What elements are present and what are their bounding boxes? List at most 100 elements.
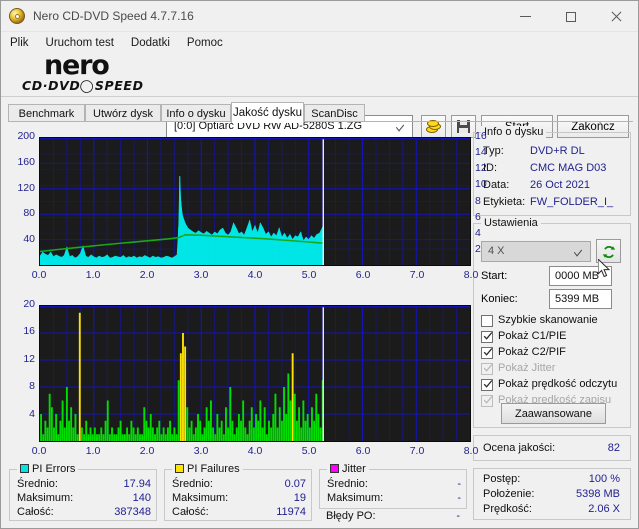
checkbox-poka-jitter: Pokaż Jitter bbox=[481, 362, 629, 378]
disc-label-value: FW_FOLDER_I_ bbox=[530, 196, 626, 208]
end-label: Koniec: bbox=[481, 293, 518, 305]
checkbox-box bbox=[481, 331, 493, 343]
pi-failures-color-swatch bbox=[175, 464, 184, 473]
x-tick-bottom-6.0: 6.0 bbox=[348, 445, 378, 457]
pif-total-value: 11974 bbox=[276, 506, 306, 518]
position-label: Położenie: bbox=[483, 488, 534, 500]
po-errors-row: Błędy PO: - bbox=[319, 510, 467, 525]
tab-scandisc[interactable]: ScanDisc bbox=[304, 104, 365, 122]
logo-tagline-left: CD·DVD bbox=[22, 78, 80, 93]
checkbox-box bbox=[481, 347, 493, 359]
x-tick-bottom-4.0: 4.0 bbox=[240, 445, 270, 457]
pi-errors-chart[interactable] bbox=[39, 137, 471, 266]
pie-max-value: 140 bbox=[133, 492, 151, 504]
quality-score-panel: Ocena jakości: 82 bbox=[473, 435, 631, 461]
y-tick-pi-failures-20: 20 bbox=[5, 298, 35, 310]
pi-errors-stats-title: PI Errors bbox=[32, 463, 75, 475]
menu-item-uruchom-test[interactable]: Uruchom test bbox=[46, 35, 123, 51]
jitter-avg-label: Średnio: bbox=[327, 478, 368, 490]
po-errors-label: Błędy PO: bbox=[326, 510, 376, 522]
end-input[interactable]: 5399 MB bbox=[549, 289, 612, 309]
checkbox-poka-pr-dko-odczytu[interactable]: Pokaż prędkość odczytu bbox=[481, 378, 629, 394]
start-input-value: 0000 MB bbox=[555, 270, 599, 282]
tab-jakosc-dysku[interactable]: Jakość dysku bbox=[231, 102, 304, 123]
refresh-icon bbox=[602, 245, 615, 258]
checkbox-box bbox=[481, 379, 493, 391]
checkbox-label: Pokaż C2/PIF bbox=[498, 346, 566, 358]
check-icon bbox=[483, 347, 493, 357]
checkbox-label: Szybkie skanowanie bbox=[498, 314, 598, 326]
checkbox-label: Pokaż C1/PIE bbox=[498, 330, 566, 342]
app-window: Nero CD-DVD Speed 4.7.7.16 Plik Uruchom … bbox=[0, 0, 639, 529]
minimize-icon bbox=[520, 16, 531, 17]
pi-errors-color-swatch bbox=[20, 464, 29, 473]
y-tick-pi-errors-200: 200 bbox=[5, 130, 35, 142]
logo-disc-glyph: ◯ bbox=[79, 77, 97, 94]
checkbox-box bbox=[481, 315, 493, 327]
pie-avg-label: Średnio: bbox=[17, 478, 58, 490]
tab-benchmark[interactable]: Benchmark bbox=[8, 104, 85, 122]
y-tick-pi-failures-8: 8 bbox=[5, 380, 35, 392]
menu-item-pomoc[interactable]: Pomoc bbox=[187, 35, 232, 51]
pi-errors-stats-panel: PI Errors Średnio:17.94 Maksimum:140 Cał… bbox=[9, 469, 157, 521]
jitter-color-swatch bbox=[330, 464, 339, 473]
y2-tick-speed-4: 4 bbox=[475, 227, 501, 239]
close-button[interactable] bbox=[593, 1, 638, 32]
jitter-stats-legend: Jitter bbox=[327, 463, 369, 475]
minimize-button[interactable] bbox=[503, 1, 548, 32]
logo-tagline-right: SPEED bbox=[95, 78, 144, 93]
x-tick-bottom-3.0: 3.0 bbox=[186, 445, 216, 457]
checkbox-poka-c1-pie[interactable]: Pokaż C1/PIE bbox=[481, 330, 629, 346]
menu-item-dodatki[interactable]: Dodatki bbox=[131, 35, 179, 51]
y-tick-pi-errors-80: 80 bbox=[5, 207, 35, 219]
check-icon bbox=[483, 395, 493, 405]
checkbox-box bbox=[481, 363, 493, 375]
maximize-button[interactable] bbox=[548, 1, 593, 32]
checkbox-szybkie-skanowanie[interactable]: Szybkie skanowanie bbox=[481, 314, 629, 330]
checkbox-poka-c2-pif[interactable]: Pokaż C2/PIF bbox=[481, 346, 629, 362]
toolbar: nero CD·DVD◯SPEED [0:0] Optiarc DVD RW A… bbox=[1, 53, 638, 97]
logo-tagline: CD·DVD◯SPEED bbox=[22, 79, 144, 92]
pie-total-value: 387348 bbox=[114, 506, 151, 518]
jitter-avg-value: - bbox=[457, 478, 461, 490]
y2-tick-speed-16: 16 bbox=[475, 130, 501, 142]
progress-value: 100 % bbox=[589, 473, 620, 485]
close-icon bbox=[610, 11, 621, 22]
tab-panel-divider bbox=[8, 121, 633, 122]
refresh-button[interactable] bbox=[596, 239, 621, 263]
disc-type-value: DVD+R DL bbox=[530, 145, 585, 157]
chevron-down-icon bbox=[396, 124, 403, 131]
pi-failures-stats-panel: PI Failures Średnio:0.07 Maksimum:19 Cał… bbox=[164, 469, 312, 521]
tab-info-o-dysku[interactable]: Info o dysku bbox=[161, 104, 231, 122]
quality-score-value: 82 bbox=[608, 442, 620, 454]
pif-total-label: Całość: bbox=[172, 506, 209, 518]
x-tick-top-3.0: 3.0 bbox=[186, 269, 216, 281]
start-input[interactable]: 0000 MB bbox=[549, 266, 612, 286]
advanced-button[interactable]: Zaawansowane bbox=[501, 403, 606, 424]
menu-item-plik[interactable]: Plik bbox=[10, 35, 38, 51]
disc-id-value: CMC MAG D03 bbox=[530, 162, 606, 174]
x-tick-bottom-0.0: 0.0 bbox=[24, 445, 54, 457]
nero-logo: nero CD·DVD◯SPEED bbox=[22, 54, 162, 96]
position-value: 5398 MB bbox=[576, 488, 620, 500]
progress-panel: Postęp: Położenie: Prędkość: 100 % 5398 … bbox=[473, 468, 631, 520]
nero-disc-icon bbox=[9, 8, 25, 24]
check-icon bbox=[483, 331, 493, 341]
pi-failures-chart[interactable] bbox=[39, 305, 471, 442]
y2-tick-speed-8: 8 bbox=[475, 195, 501, 207]
jitter-stats-panel: Jitter Średnio:- Maksimum:- bbox=[319, 469, 467, 509]
disc-date-value: 26 Oct 2021 bbox=[530, 179, 590, 191]
y2-tick-speed-6: 6 bbox=[475, 211, 501, 223]
pie-total-label: Całość: bbox=[17, 506, 54, 518]
pie-avg-value: 17.94 bbox=[123, 478, 151, 490]
speed-value: 2.06 X bbox=[588, 503, 620, 515]
pif-avg-value: 0.07 bbox=[285, 478, 306, 490]
pif-max-label: Maksimum: bbox=[172, 492, 228, 504]
check-icon bbox=[483, 363, 493, 373]
x-tick-bottom-5.0: 5.0 bbox=[294, 445, 324, 457]
x-tick-bottom-8.0: 8.0 bbox=[456, 445, 486, 457]
x-tick-top-7.0: 7.0 bbox=[402, 269, 432, 281]
maximize-icon bbox=[566, 12, 576, 22]
x-tick-top-5.0: 5.0 bbox=[294, 269, 324, 281]
tab-utworz-dysk[interactable]: Utwórz dysk bbox=[85, 104, 161, 122]
